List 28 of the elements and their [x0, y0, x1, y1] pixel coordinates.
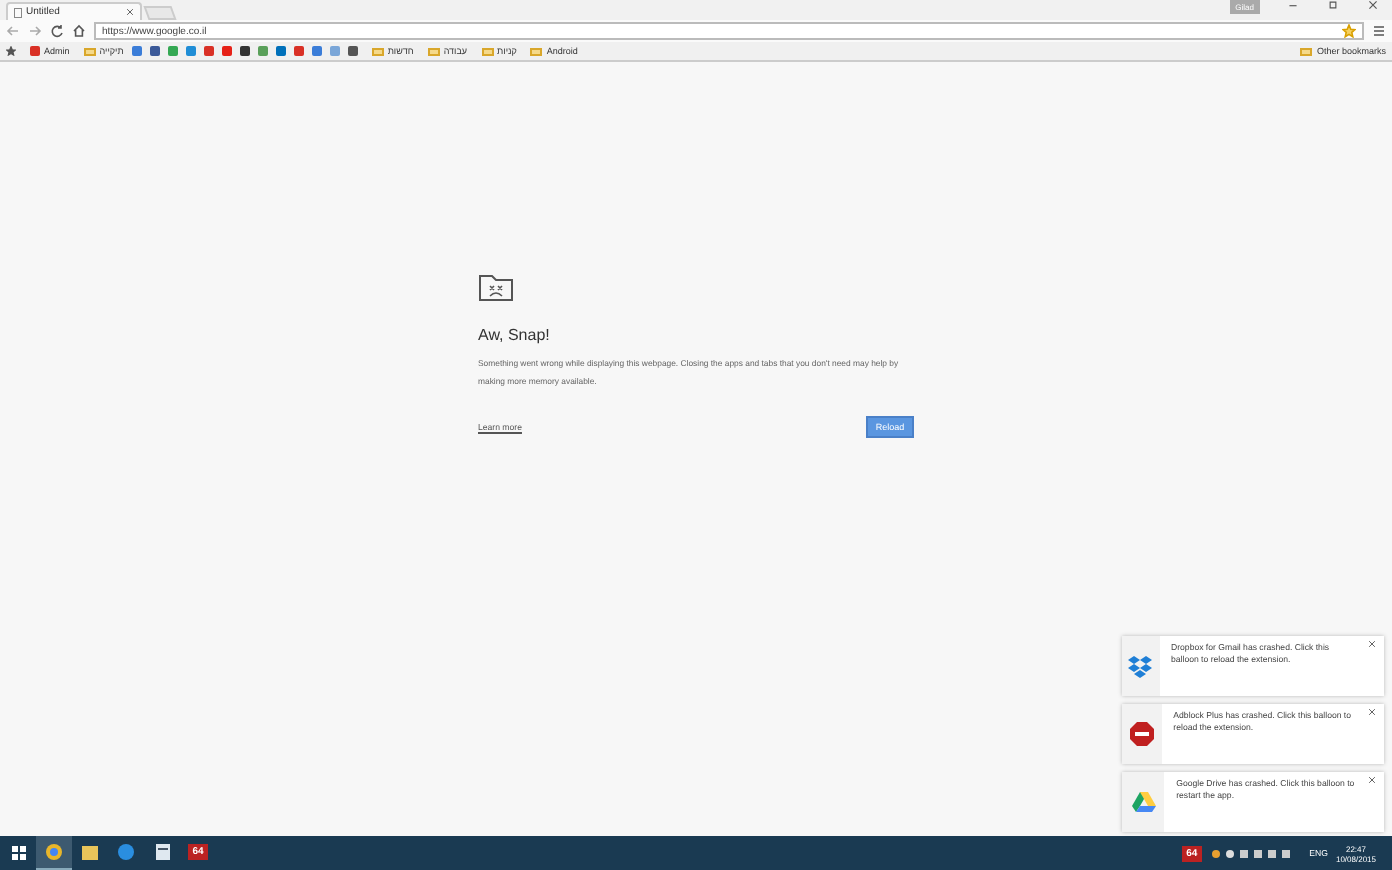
close-icon[interactable] — [126, 8, 134, 16]
globe-icon[interactable] — [118, 844, 134, 860]
folder-icon — [427, 47, 440, 55]
minimize-icon[interactable] — [1287, 0, 1297, 10]
start-icon[interactable] — [11, 845, 25, 859]
document-icon[interactable] — [155, 844, 169, 860]
browser-icon[interactable] — [46, 844, 62, 860]
close-icon[interactable] — [1368, 776, 1376, 784]
menu-icon[interactable] — [1372, 24, 1386, 38]
folder-icon — [83, 47, 96, 55]
close-icon[interactable] — [1368, 640, 1376, 648]
sad-folder-icon — [478, 274, 514, 302]
maximize-icon[interactable] — [1327, 0, 1337, 10]
box-icon — [1128, 655, 1153, 677]
folder-icon — [530, 47, 543, 55]
home-icon[interactable] — [72, 24, 86, 38]
close-icon[interactable] — [1367, 0, 1377, 10]
star-icon[interactable] — [1342, 24, 1356, 38]
folder-icon — [481, 47, 494, 55]
star-icon — [6, 46, 16, 56]
stop-sign-icon — [1129, 722, 1154, 746]
close-icon[interactable] — [1368, 708, 1376, 716]
folder-icon — [371, 47, 384, 55]
page-icon — [14, 7, 22, 17]
folder-icon[interactable] — [82, 845, 98, 859]
reload-icon[interactable] — [50, 24, 64, 38]
error-title: Aw, Snap! — [478, 326, 552, 344]
triangle-icon — [1131, 792, 1156, 812]
